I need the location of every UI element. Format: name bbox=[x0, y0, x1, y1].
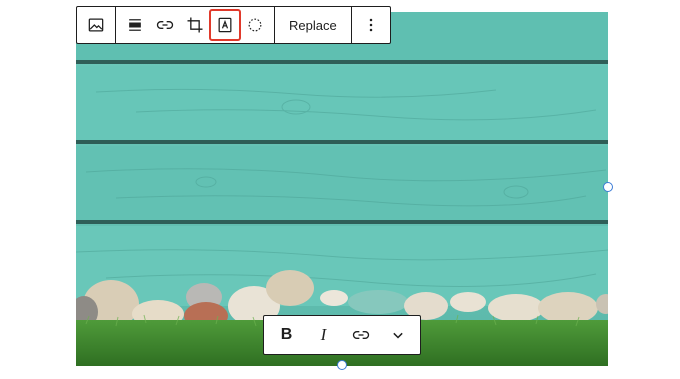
more-vertical-icon[interactable] bbox=[356, 10, 386, 40]
duotone-icon[interactable] bbox=[240, 10, 270, 40]
block-toolbar: Replace bbox=[76, 6, 391, 44]
image-block[interactable] bbox=[76, 12, 608, 366]
format-toolbar: B I bbox=[263, 315, 421, 355]
resize-handle-right[interactable] bbox=[603, 182, 613, 192]
block-tools-group bbox=[115, 7, 274, 43]
options-group bbox=[350, 7, 390, 43]
replace-group: Replace bbox=[274, 7, 351, 43]
bold-button[interactable]: B bbox=[271, 319, 303, 351]
text-overlay-icon[interactable] bbox=[209, 9, 241, 41]
block-type-group bbox=[77, 7, 115, 43]
link-icon[interactable] bbox=[345, 319, 377, 351]
wood-planks-image bbox=[76, 12, 608, 366]
crop-icon[interactable] bbox=[180, 10, 210, 40]
resize-handle-bottom[interactable] bbox=[337, 360, 347, 370]
chevron-down-icon[interactable] bbox=[382, 319, 414, 351]
replace-button[interactable]: Replace bbox=[279, 10, 347, 40]
align-icon[interactable] bbox=[120, 10, 150, 40]
italic-button[interactable]: I bbox=[308, 319, 340, 351]
link-icon[interactable] bbox=[150, 10, 180, 40]
image-icon[interactable] bbox=[81, 10, 111, 40]
